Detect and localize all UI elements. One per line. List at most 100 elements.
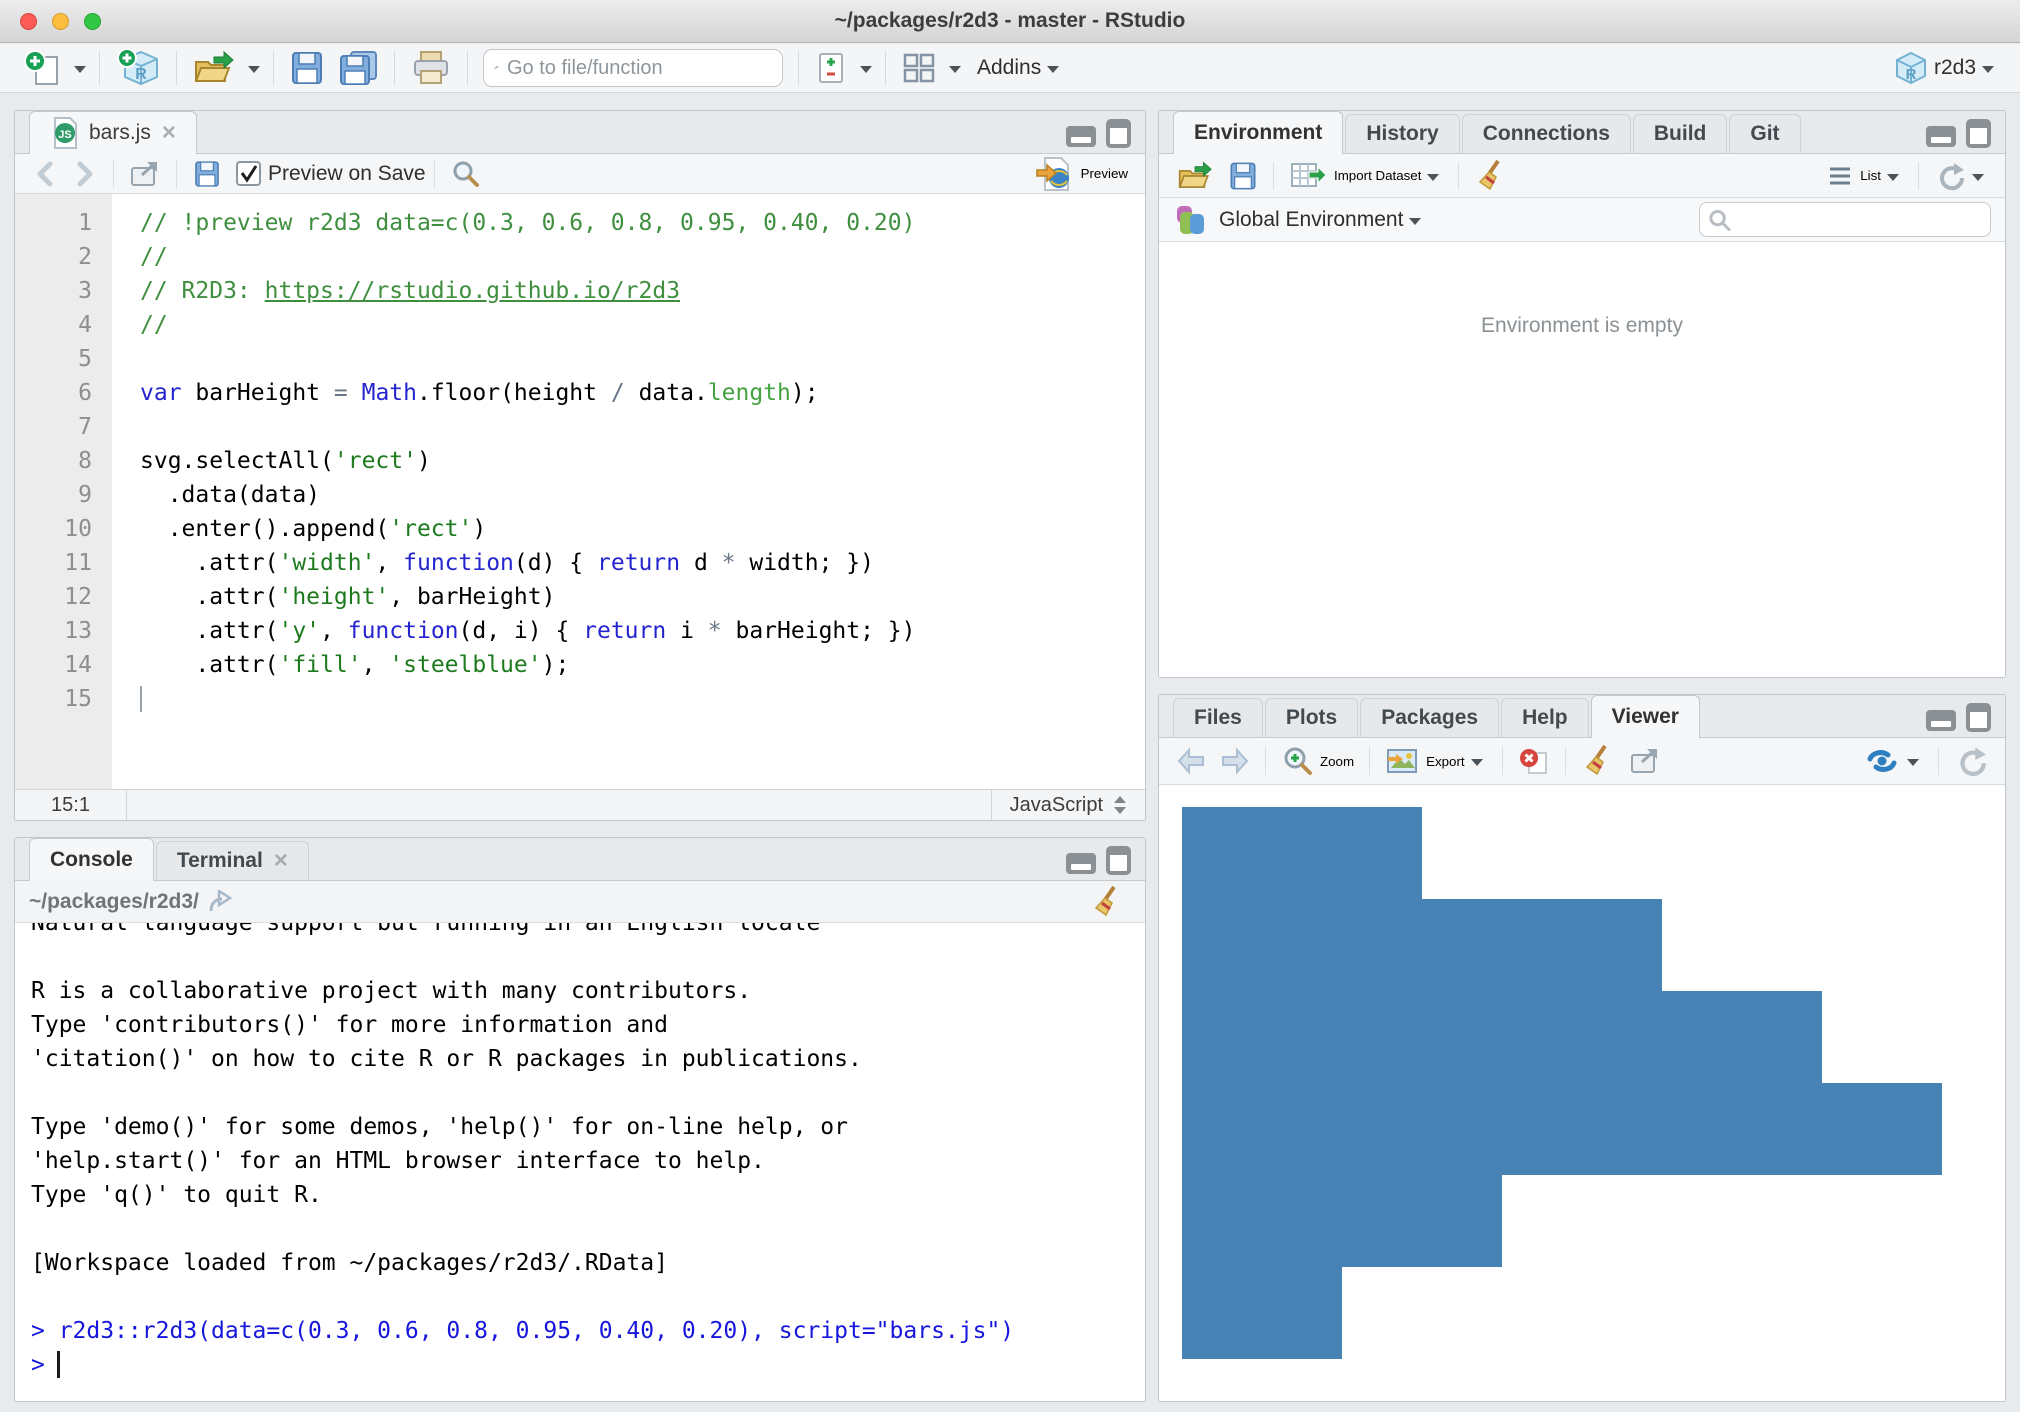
zoom-button[interactable]: Zoom xyxy=(1274,745,1361,777)
forward-icon xyxy=(72,160,98,188)
toolbar-separator xyxy=(99,51,100,85)
console-tab-label: Console xyxy=(50,848,133,872)
version-control-icon xyxy=(814,50,848,86)
save-all-button[interactable] xyxy=(331,49,385,87)
viewer-content[interactable] xyxy=(1159,785,2005,1401)
code-line: // R2D3: https://rstudio.github.io/r2d3 xyxy=(140,274,1145,308)
list-view-button[interactable]: List xyxy=(1820,164,1910,188)
maximize-pane-icon[interactable] xyxy=(1106,119,1131,148)
tab-connections[interactable]: Connections xyxy=(1462,114,1631,153)
refresh-icon xyxy=(1954,744,1988,778)
maximize-pane-icon[interactable] xyxy=(1966,703,1991,732)
toolbar-separator xyxy=(467,51,468,85)
tab-terminal[interactable]: Terminal × xyxy=(156,841,309,880)
open-file-button[interactable] xyxy=(186,48,242,88)
toolbar-separator xyxy=(885,51,886,85)
console-pane-controls xyxy=(1066,846,1131,875)
maximize-pane-icon[interactable] xyxy=(1966,119,1991,148)
tab-history[interactable]: History xyxy=(1345,114,1459,153)
save-workspace-button[interactable] xyxy=(1221,160,1265,192)
tab-build[interactable]: Build xyxy=(1633,114,1728,153)
tab-plots[interactable]: Plots xyxy=(1265,698,1358,737)
tab-console[interactable]: Console xyxy=(29,838,154,881)
environment-search-input[interactable] xyxy=(1737,209,1982,231)
editor-statusbar: 15:1 JavaScript xyxy=(15,789,1145,820)
pane-layout-button[interactable] xyxy=(895,51,943,85)
new-file-button[interactable] xyxy=(16,48,68,88)
editor-pane-controls xyxy=(1066,119,1131,148)
zoom-window-button[interactable] xyxy=(84,13,101,30)
clear-all-viewer-button[interactable] xyxy=(1574,744,1622,778)
load-workspace-button[interactable] xyxy=(1169,159,1221,193)
popout-button[interactable] xyxy=(122,159,168,189)
scope-dropdown[interactable] xyxy=(1409,218,1421,225)
goto-file-input[interactable] xyxy=(507,57,772,80)
import-dataset-button[interactable]: Import Dataset xyxy=(1282,160,1450,192)
addins-button[interactable]: Addins xyxy=(965,56,1069,80)
minimize-window-button[interactable] xyxy=(52,13,69,30)
broom-icon xyxy=(1581,744,1615,778)
code-line: .enter().append('rect') xyxy=(140,512,1145,546)
preview-button[interactable]: Preview xyxy=(1028,155,1135,193)
back-button[interactable] xyxy=(25,160,65,188)
zoom-label: Zoom xyxy=(1320,754,1354,769)
svg-text:R: R xyxy=(1906,66,1917,83)
viewer-popout-button[interactable] xyxy=(1622,746,1668,776)
preview-on-save-checkbox[interactable] xyxy=(235,160,262,187)
close-terminal-icon[interactable]: × xyxy=(274,849,288,873)
minimize-pane-icon[interactable] xyxy=(1066,853,1096,874)
version-control-button[interactable] xyxy=(808,50,854,86)
project-menu-button[interactable]: R r2d3 xyxy=(1888,50,2004,86)
bar xyxy=(1182,1267,1342,1359)
tab-git[interactable]: Git xyxy=(1729,114,1800,153)
viewer-forward-button[interactable] xyxy=(1213,747,1257,775)
popout-icon xyxy=(1629,746,1661,776)
forward-button[interactable] xyxy=(65,160,105,188)
clear-environment-button[interactable] xyxy=(1467,159,1515,193)
svg-text:JS: JS xyxy=(58,129,71,141)
save-file-button[interactable] xyxy=(185,159,229,189)
minimize-pane-icon[interactable] xyxy=(1066,126,1096,147)
viewer-back-button[interactable] xyxy=(1169,747,1213,775)
clear-console-button[interactable] xyxy=(1083,885,1131,919)
cursor-position[interactable]: 15:1 xyxy=(15,790,127,820)
save-button[interactable] xyxy=(283,49,331,87)
tab-viewer[interactable]: Viewer xyxy=(1591,695,1700,738)
new-project-button[interactable]: R xyxy=(109,48,167,88)
console-line: > xyxy=(31,1348,1145,1382)
version-control-dropdown[interactable] xyxy=(860,66,872,73)
popout-icon xyxy=(129,159,161,189)
export-label: Export xyxy=(1426,754,1465,769)
tab-packages[interactable]: Packages xyxy=(1360,698,1499,737)
bar-chart xyxy=(1182,807,1942,1359)
export-button[interactable]: Export xyxy=(1378,746,1494,776)
close-tab-icon[interactable]: × xyxy=(162,121,176,145)
tab-help[interactable]: Help xyxy=(1501,698,1589,737)
search-button[interactable] xyxy=(443,159,487,189)
goto-directory-icon[interactable] xyxy=(207,890,233,914)
console-output[interactable]: Natural language support but running in … xyxy=(15,923,1145,1401)
environment-body: Environment is empty xyxy=(1159,242,2005,677)
maximize-pane-icon[interactable] xyxy=(1106,846,1131,875)
minimize-pane-icon[interactable] xyxy=(1926,126,1956,147)
updown-arrows-icon xyxy=(1113,794,1127,816)
editor-tab-bars-js[interactable]: JS bars.js × xyxy=(29,111,197,154)
refresh-environment-button[interactable] xyxy=(1927,160,1995,192)
print-button[interactable] xyxy=(404,49,458,87)
console-line: Natural language support but running in … xyxy=(31,923,1145,940)
minimize-pane-icon[interactable] xyxy=(1926,710,1956,731)
tab-environment[interactable]: Environment xyxy=(1173,111,1343,154)
sync-button[interactable] xyxy=(1856,746,1930,776)
refresh-viewer-button[interactable] xyxy=(1947,744,1995,778)
tab-files[interactable]: Files xyxy=(1173,698,1263,737)
toolbar-separator xyxy=(1918,162,1919,190)
language-selector[interactable]: JavaScript xyxy=(991,790,1145,820)
pane-layout-dropdown[interactable] xyxy=(949,66,961,73)
close-window-button[interactable] xyxy=(20,13,37,30)
open-recent-dropdown[interactable] xyxy=(248,66,260,73)
svg-text:R: R xyxy=(135,66,147,83)
code-editor[interactable]: 123456789101112131415 // !preview r2d3 d… xyxy=(15,194,1145,789)
scope-label[interactable]: Global Environment xyxy=(1219,208,1403,232)
clear-viewer-button[interactable] xyxy=(1511,745,1557,777)
new-file-dropdown[interactable] xyxy=(74,66,86,73)
